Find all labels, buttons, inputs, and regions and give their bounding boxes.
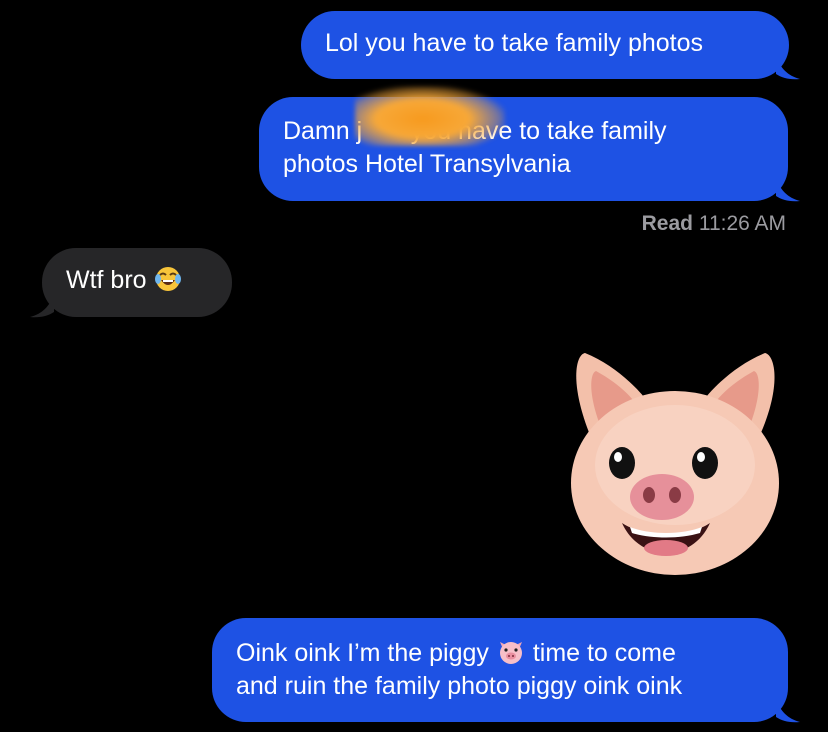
sent-message-bubble[interactable]: Lol you have to take family photos — [301, 11, 789, 79]
message-text: Lol you have to take family photos — [325, 29, 704, 57]
bubble-tail — [30, 294, 54, 318]
message-text-line-1: Oink oink I’m the piggy time to come — [236, 636, 764, 670]
pig-face-icon — [499, 642, 522, 664]
message-text-line-2: and ruin the family photo piggy oink oin… — [236, 672, 683, 700]
message-text-part: time to come — [532, 639, 676, 667]
redaction-scribble — [355, 86, 505, 146]
pig-animoji-sticker[interactable] — [560, 345, 790, 575]
received-message-bubble[interactable]: Wtf bro — [42, 248, 232, 317]
bubble-tail — [776, 56, 800, 80]
message-text-part: Oink oink I’m the piggy — [236, 639, 489, 667]
sent-message-bubble[interactable]: Damn j you have to take family photos Ho… — [259, 97, 788, 201]
sent-message-bubble[interactable]: Oink oink I’m the piggy time to come and… — [212, 618, 788, 722]
message-text: Wtf bro — [66, 266, 147, 294]
read-receipt: Read 11:26 AM — [642, 212, 786, 236]
bubble-tail — [776, 699, 800, 723]
read-status: Read — [641, 212, 693, 235]
face-with-tears-of-joy-icon — [154, 267, 181, 291]
bubble-tail — [776, 178, 800, 202]
read-time: 11:26 AM — [698, 212, 786, 235]
message-text-line-2: photos Hotel Transylvania — [283, 150, 571, 178]
